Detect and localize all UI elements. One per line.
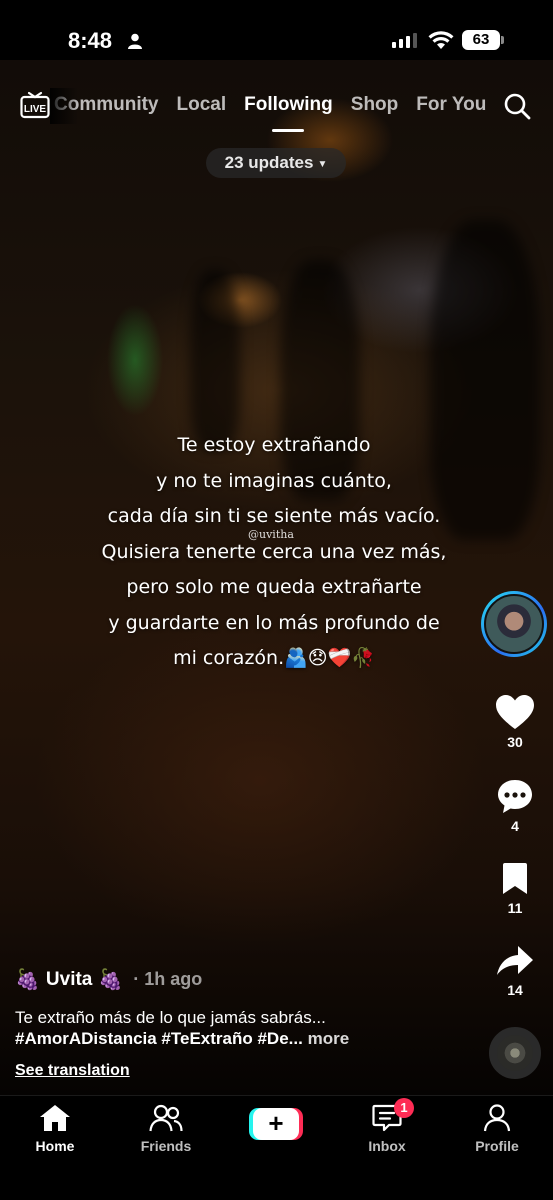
video-watermark: @uvitha — [248, 528, 294, 541]
hashtags-line: #AmorADistancia #TeExtraño #De... more — [15, 1028, 485, 1049]
overlay-line: y no te imaginas cuánto, — [156, 469, 392, 492]
comment-count: 4 — [511, 818, 519, 834]
live-icon[interactable]: LIVE — [20, 90, 50, 120]
overlay-line: pero solo me queda extrañarte — [126, 576, 422, 598]
author-row: 🍇 Uvita 🍇 · 1h ago — [15, 967, 202, 992]
battery-indicator: 63 — [462, 30, 504, 50]
video-overlay-text: Te estoy extrañando y no te imaginas cuá… — [60, 428, 488, 677]
more-link[interactable]: more — [308, 1029, 350, 1048]
tab-following[interactable]: Following — [244, 94, 333, 132]
live-label: LIVE — [24, 104, 47, 115]
tab-profile-label: Profile — [475, 1138, 519, 1154]
tab-home[interactable]: Home — [15, 1104, 95, 1154]
home-icon — [40, 1105, 70, 1131]
tab-profile[interactable]: Profile — [457, 1104, 537, 1154]
updates-pill[interactable]: 23 updates ▼ — [206, 148, 346, 178]
friends-icon — [149, 1104, 183, 1132]
author-name[interactable]: Uvita — [46, 969, 92, 991]
tab-for-you[interactable]: For You — [416, 94, 486, 116]
feed-tabs: Community Local Following Shop For You — [54, 94, 486, 132]
tab-inbox-label: Inbox — [368, 1138, 406, 1154]
post-description[interactable]: Te extraño más de lo que jamás sabrás...… — [15, 1007, 485, 1049]
bookmark-button[interactable]: 11 — [493, 862, 537, 916]
caret-down-icon: ▼ — [317, 158, 328, 170]
like-button[interactable]: 30 — [493, 694, 537, 750]
tab-home-label: Home — [35, 1138, 75, 1154]
bottom-tab-bar: Home Friends + Inbox 1 Profile — [0, 1095, 553, 1200]
tab-shop[interactable]: Shop — [351, 94, 399, 116]
music-disc[interactable] — [489, 1027, 541, 1079]
hashtags[interactable]: #AmorADistancia #TeExtraño #De... — [15, 1029, 303, 1048]
heart-icon — [496, 695, 534, 729]
video-figure-shape — [190, 270, 240, 450]
create-post-button[interactable]: + — [249, 1108, 303, 1140]
post-time: · 1h ago — [133, 969, 203, 989]
overlay-line: y guardarte en lo más profundo de — [108, 611, 440, 634]
tab-inbox[interactable]: Inbox — [347, 1104, 427, 1154]
share-count: 14 — [507, 982, 523, 998]
top-navigation: LIVE Community Local Following Shop For … — [0, 88, 553, 132]
share-button[interactable]: 14 — [493, 944, 537, 998]
inbox-badge: 1 — [394, 1098, 414, 1118]
grapes-emoji: 🍇 — [98, 969, 124, 991]
cellular-signal-icon — [392, 32, 417, 48]
tabs-fade-overlay — [50, 88, 78, 124]
status-bar: 8:48 63 — [0, 0, 553, 60]
profile-icon — [483, 1104, 511, 1132]
comment-icon — [498, 780, 532, 813]
avatar-image — [484, 594, 544, 654]
updates-label: 23 updates — [224, 153, 314, 172]
creator-avatar[interactable] — [481, 591, 547, 657]
bookmark-count: 11 — [507, 900, 523, 916]
tab-friends-label: Friends — [140, 1138, 192, 1154]
tab-friends[interactable]: Friends — [126, 1104, 206, 1154]
search-icon[interactable] — [503, 92, 531, 120]
see-translation-link[interactable]: See translation — [15, 1062, 130, 1080]
caption-text: Te extraño más de lo que jamás sabrás... — [15, 1008, 326, 1027]
bookmark-icon — [503, 863, 527, 894]
comment-button[interactable]: 4 — [493, 778, 537, 834]
person-icon — [128, 33, 142, 49]
share-icon — [497, 946, 533, 975]
tab-local[interactable]: Local — [177, 94, 227, 116]
plus-icon: + — [253, 1108, 299, 1140]
wifi-icon — [428, 31, 454, 49]
overlay-line: mi corazón.🫂😞❤️‍🩹🥀 — [173, 647, 375, 669]
grapes-emoji: 🍇 — [15, 969, 40, 991]
status-time: 8:48 — [68, 28, 113, 53]
overlay-line: Te estoy extrañando — [177, 434, 371, 456]
like-count: 30 — [507, 734, 523, 750]
